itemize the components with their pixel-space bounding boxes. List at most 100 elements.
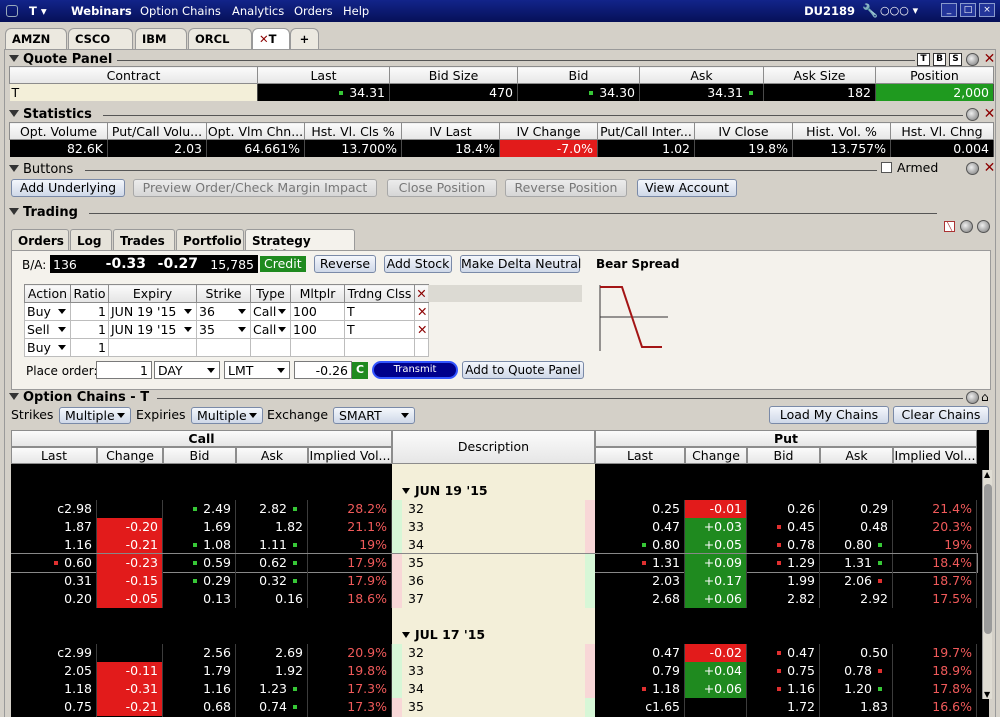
- col-ask-size[interactable]: Ask Size: [763, 66, 876, 84]
- tab-portfolio[interactable]: Portfolio: [176, 229, 244, 251]
- make-delta-neutral-button[interactable]: Make Delta Neutral: [460, 255, 581, 273]
- panel-settings-icon[interactable]: [966, 391, 979, 404]
- call-bid-cell[interactable]: 0.29: [163, 572, 236, 590]
- order-type-dropdown[interactable]: LMT: [224, 361, 290, 379]
- call-bid-cell[interactable]: 0.68: [163, 698, 236, 716]
- put-bid-cell[interactable]: 0.45: [747, 518, 820, 536]
- call-bid-cell[interactable]: 1.79: [163, 662, 236, 680]
- col-ask[interactable]: Ask: [639, 66, 764, 84]
- buttons-panel-header[interactable]: Buttons: [9, 162, 989, 178]
- bid-cell[interactable]: 34.30: [517, 83, 640, 101]
- statistics-header[interactable]: Statistics: [9, 107, 989, 123]
- chain-row[interactable]: 1.16 -0.21 1.08 1.11 19% 34 0.80 +0.05 0.78 0.80 1…: [11, 536, 977, 554]
- call-ask-cell[interactable]: 1.92: [236, 662, 308, 680]
- col-bid-size[interactable]: Bid Size: [389, 66, 518, 84]
- call-ask-cell[interactable]: 1.23: [236, 680, 308, 698]
- put-ask-cell[interactable]: 0.78: [820, 662, 893, 680]
- exchange-dropdown[interactable]: SMART: [333, 407, 415, 424]
- strike-description[interactable]: 33: [392, 662, 595, 680]
- panel-home-icon[interactable]: ⌂: [981, 390, 989, 404]
- no-edit-icon[interactable]: ╲: [944, 221, 955, 232]
- put-ask-cell[interactable]: 1.83: [820, 698, 893, 716]
- menu-option-chains[interactable]: Option Chains: [140, 4, 221, 18]
- leg-type-dropdown[interactable]: Call: [250, 302, 291, 321]
- tab-log[interactable]: Log: [70, 229, 112, 251]
- tab-csco[interactable]: CSCO: [68, 28, 133, 49]
- tab-amzn[interactable]: AMZN: [5, 28, 67, 49]
- order-tif-dropdown[interactable]: DAY: [154, 361, 220, 379]
- put-ask-cell[interactable]: 2.92: [820, 590, 893, 608]
- leg-expiry-dropdown[interactable]: JUN 19 '15: [108, 302, 197, 321]
- leg-expiry-dropdown[interactable]: JUN 19 '15: [108, 320, 197, 339]
- call-bid-cell[interactable]: 1.16: [163, 680, 236, 698]
- call-ask-cell[interactable]: 2.69: [236, 644, 308, 662]
- strike-description[interactable]: 32: [392, 644, 595, 662]
- put-col-change[interactable]: Change: [685, 447, 747, 464]
- menu-orders[interactable]: Orders: [294, 4, 333, 18]
- ba-bid-price[interactable]: -0.33: [84, 255, 150, 273]
- put-bid-cell[interactable]: 2.82: [747, 590, 820, 608]
- put-bid-cell[interactable]: 0.47: [747, 644, 820, 662]
- transmit-button[interactable]: Transmit: [372, 361, 458, 379]
- leg-ratio[interactable]: 1: [70, 338, 109, 357]
- col-iv-change[interactable]: IV Change: [499, 122, 598, 140]
- strike-description[interactable]: 37: [392, 590, 595, 608]
- wrench-icon[interactable]: 🔧: [862, 4, 878, 19]
- tab-t[interactable]: ✕T: [252, 28, 290, 49]
- call-ask-cell[interactable]: 0.62: [236, 554, 308, 572]
- chain-row[interactable]: c2.99 2.56 2.69 20.9% 32 0.47 -0.02 0.47 0.50 19.…: [11, 644, 977, 662]
- chain-row[interactable]: 1.87 -0.20 1.69 1.82 21.1% 33 0.47 +0.03 0.45 0.4…: [11, 518, 977, 536]
- call-bid-cell[interactable]: 2.49: [163, 500, 236, 518]
- panel-settings-icon[interactable]: [960, 220, 973, 233]
- collapse-triangle-icon[interactable]: [9, 55, 19, 62]
- panel-settings-icon[interactable]: [966, 162, 979, 175]
- put-bid-cell[interactable]: 0.75: [747, 662, 820, 680]
- strikes-dropdown[interactable]: Multiple: [59, 407, 131, 424]
- strike-description[interactable]: 33: [392, 518, 595, 536]
- tab-strategy-builder[interactable]: Strategy Builder: [245, 229, 355, 262]
- chain-row[interactable]: 0.31 -0.15 0.29 0.32 17.9% 36 2.03 +0.17 1.99 2.0…: [11, 572, 977, 590]
- order-price-input[interactable]: -0.26: [294, 361, 352, 379]
- add-to-quote-panel-button[interactable]: Add to Quote Panel: [462, 361, 584, 379]
- scroll-up-icon[interactable]: ▲: [984, 470, 990, 479]
- call-bid-cell[interactable]: 2.56: [163, 644, 236, 662]
- expiry-group-row[interactable]: JUL 17 '15: [11, 626, 977, 644]
- ba-ask-price[interactable]: -0.27: [150, 255, 202, 273]
- armed-checkbox[interactable]: [881, 162, 892, 173]
- menu-analytics[interactable]: Analytics: [232, 4, 284, 18]
- strike-description[interactable]: 34: [392, 680, 595, 698]
- reverse-position-button[interactable]: Reverse Position: [505, 179, 627, 197]
- put-ask-cell[interactable]: 0.50: [820, 644, 893, 662]
- col-bid[interactable]: Bid: [517, 66, 640, 84]
- call-col-bid[interactable]: Bid: [163, 447, 236, 464]
- put-col-iv[interactable]: Implied Vol...: [893, 447, 977, 464]
- put-bid-cell[interactable]: 1.16: [747, 680, 820, 698]
- col-iv-close[interactable]: IV Close: [694, 122, 793, 140]
- chain-row[interactable]: 2.05 -0.11 1.79 1.92 19.8% 33 0.79 +0.04 0.75 0.7…: [11, 662, 977, 680]
- collapse-triangle-icon[interactable]: [9, 110, 19, 117]
- col-opt-volume[interactable]: Opt. Volume: [9, 122, 108, 140]
- call-ask-cell[interactable]: 0.32: [236, 572, 308, 590]
- put-bid-cell[interactable]: 1.72: [747, 698, 820, 716]
- put-bid-cell[interactable]: 0.78: [747, 536, 820, 554]
- tab-trades[interactable]: Trades: [113, 229, 175, 251]
- leg-ratio[interactable]: 1: [70, 320, 109, 339]
- col-hst-vl-cls[interactable]: Hst. Vl. Cls %: [304, 122, 402, 140]
- expiries-dropdown[interactable]: Multiple: [191, 407, 263, 424]
- leg-strike-dropdown[interactable]: 35: [196, 320, 251, 339]
- call-bid-cell[interactable]: 1.08: [163, 536, 236, 554]
- contract-cell[interactable]: T: [9, 83, 258, 101]
- ask-cell[interactable]: 34.31: [639, 83, 764, 101]
- strike-description[interactable]: 35: [392, 698, 595, 716]
- put-ask-cell[interactable]: 0.48: [820, 518, 893, 536]
- add-underlying-button[interactable]: Add Underlying: [11, 179, 125, 197]
- put-ask-cell[interactable]: 0.80: [820, 536, 893, 554]
- quote-type-s-button[interactable]: S: [949, 53, 962, 66]
- scroll-down-icon[interactable]: ▼: [984, 690, 990, 699]
- minimize-icon[interactable]: _: [941, 3, 957, 17]
- app-link-icon[interactable]: [6, 5, 18, 17]
- chain-row[interactable]: 0.60 -0.23 0.59 0.62 17.9% 35 1.31 +0.09 1.29 1.3…: [11, 553, 978, 573]
- panel-close-icon[interactable]: ✕: [983, 107, 996, 121]
- tab-orders[interactable]: Orders: [11, 229, 69, 251]
- description-header[interactable]: Description: [392, 430, 595, 464]
